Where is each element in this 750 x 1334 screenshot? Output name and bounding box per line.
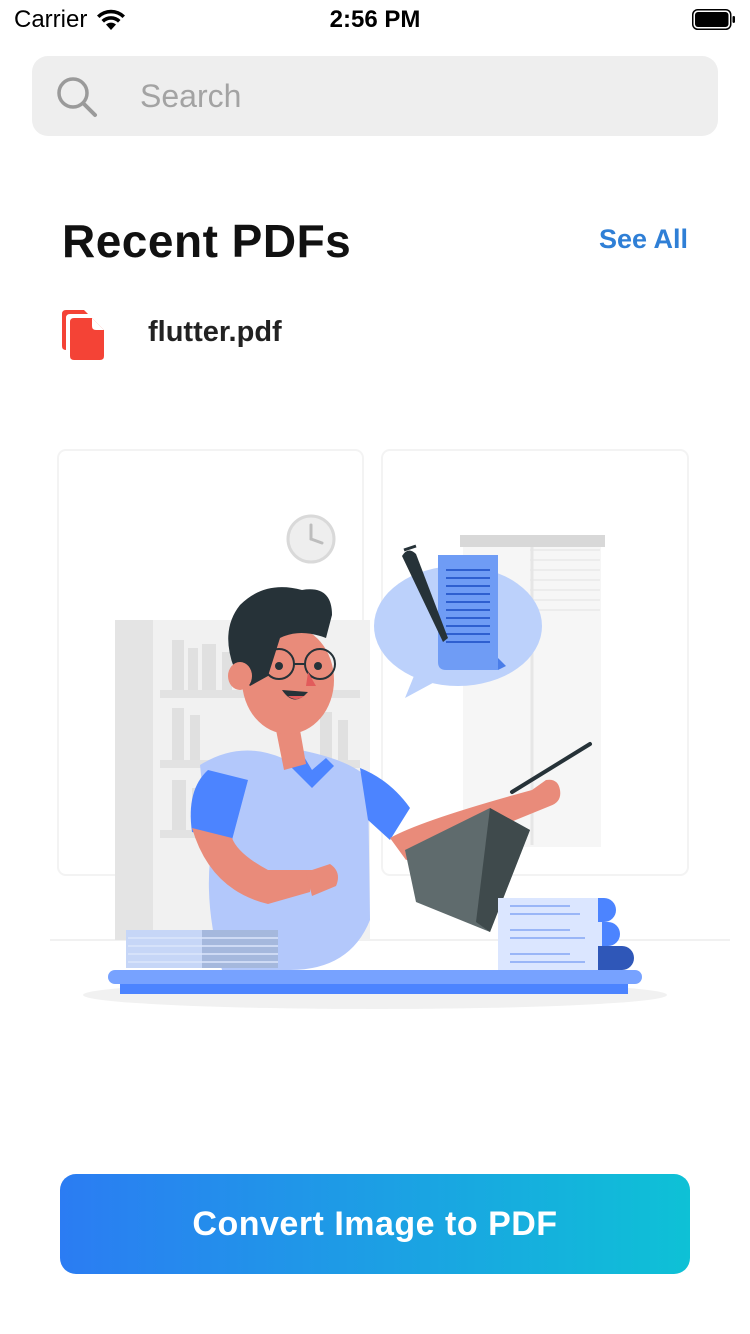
battery-icon xyxy=(692,9,735,30)
convert-image-to-pdf-button[interactable]: Convert Image to PDF xyxy=(60,1174,690,1274)
recent-pdfs-title: Recent PDFs xyxy=(62,215,352,267)
see-all-link[interactable]: See All xyxy=(599,224,688,255)
list-item[interactable]: flutter.pdf xyxy=(60,306,690,362)
status-bar: Carrier 2:56 PM xyxy=(0,0,750,40)
person-reading-book-illustration xyxy=(50,449,730,1009)
search-input[interactable] xyxy=(140,76,680,116)
screen: Carrier 2:56 PM Recent PDFs See All flut xyxy=(0,0,750,1334)
search-icon xyxy=(57,77,97,117)
pdf-file-icon xyxy=(62,310,104,360)
pdf-file-name: flutter.pdf xyxy=(148,316,282,348)
status-time: 2:56 PM xyxy=(329,6,421,33)
